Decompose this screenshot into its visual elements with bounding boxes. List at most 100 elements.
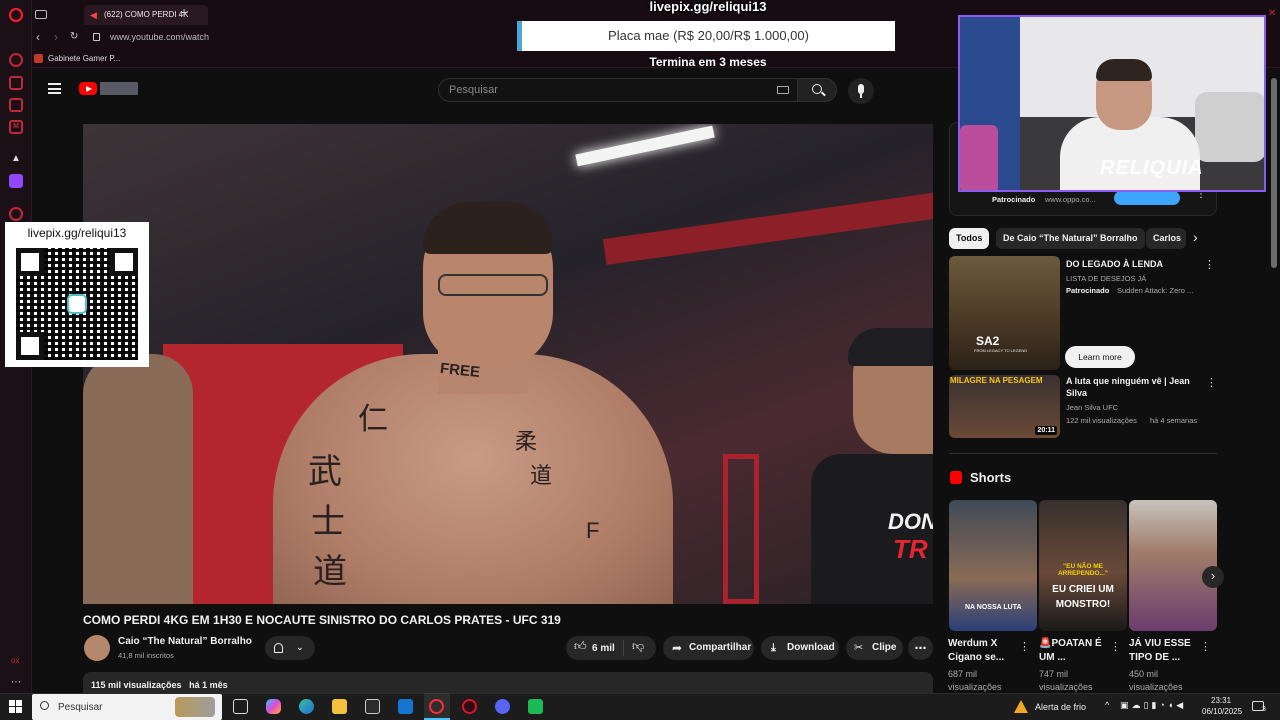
taskbar-time[interactable]: 23:31 — [1211, 696, 1231, 705]
menu-icon[interactable] — [48, 83, 61, 94]
copilot-icon[interactable] — [266, 699, 281, 714]
learn-more-button[interactable]: Learn more — [1065, 346, 1135, 368]
fighter-hair — [423, 202, 553, 254]
opera-logo-icon[interactable] — [9, 8, 23, 22]
channel-avatar[interactable] — [84, 635, 110, 661]
new-tab-button[interactable]: + — [180, 4, 188, 20]
lock-icon — [93, 33, 100, 41]
outlook-icon[interactable] — [398, 699, 413, 714]
sponsored-cta-button[interactable] — [1114, 191, 1180, 205]
back-icon[interactable]: ‹ — [36, 30, 40, 44]
tray-chevron-icon[interactable]: ^ — [1105, 700, 1109, 710]
webcam-overlay: RELIQUIA — [958, 15, 1266, 192]
keyboard-icon[interactable] — [777, 86, 789, 94]
sidebar-menu-icon[interactable]: ⋯ — [11, 677, 21, 688]
bookmark-a-icon[interactable]: ▲ — [9, 152, 23, 166]
discord-icon[interactable] — [495, 699, 510, 714]
more-actions-button[interactable]: ⋯ — [908, 636, 933, 660]
task-view-icon[interactable] — [233, 699, 248, 714]
shorts-next-button[interactable]: › — [1202, 566, 1224, 588]
rec-menu-icon[interactable]: ⋮ — [1206, 376, 1217, 389]
rec-title[interactable]: A luta que ninguém vê | Jean Silva — [1066, 375, 1200, 399]
description-box[interactable]: 115 mil visualizações há 1 mês — [83, 672, 933, 693]
chip-todos[interactable]: Todos — [949, 228, 990, 249]
youtube-logo-icon[interactable] — [79, 82, 97, 95]
url-text[interactable]: www.youtube.com/watch — [110, 32, 209, 42]
left-arm — [83, 354, 193, 604]
taskbar-date[interactable]: 06/10/2025 — [1202, 707, 1242, 716]
ad-title[interactable]: DO LEGADO À LENDA — [1066, 258, 1163, 270]
share-button[interactable]: ➦ Compartilhar — [663, 636, 754, 660]
dislike-button[interactable]: 👎︎ — [626, 636, 656, 660]
short-thumbnail-3[interactable] — [1129, 500, 1217, 631]
download-button[interactable]: ⤓ Download — [761, 636, 839, 660]
opera-gx-icon[interactable] — [462, 699, 477, 714]
spotify-app-icon[interactable] — [528, 699, 543, 714]
taskbar-search-text: Pesquisar — [58, 702, 103, 713]
subscribed-button[interactable]: ⌄ — [265, 636, 315, 660]
weather-text[interactable]: Alerta de frio — [1035, 702, 1086, 712]
short-2-view-label: visualizações — [1039, 682, 1093, 692]
tattoo-f: F — [586, 518, 600, 543]
short-1-menu-icon[interactable]: ⋮ — [1019, 640, 1030, 653]
twitch-icon[interactable] — [9, 174, 23, 188]
tattoo-bu: 武 — [308, 453, 342, 491]
shorts-icon — [950, 471, 962, 484]
short-1-title[interactable]: Werdum X Cigano se... — [948, 637, 1014, 665]
view-count: 115 mil visualizações — [91, 680, 182, 690]
file-explorer-icon[interactable] — [332, 699, 347, 714]
webcam-pillow — [1195, 92, 1264, 162]
bookmark-item[interactable]: Gabinete Gamer P... — [48, 54, 120, 63]
short-2-views: 747 mil visualizações — [1039, 668, 1093, 694]
clip-label: Clipe — [872, 642, 897, 653]
player-icon[interactable] — [9, 207, 23, 221]
chips-next-icon[interactable]: › — [1193, 229, 1198, 245]
audio-icon[interactable]: ◀ — [90, 5, 97, 25]
ad-subtitle: LISTA DE DESEJOS JÁ — [1066, 274, 1147, 283]
livepix-qr-text: livepix.gg/reliqui13 — [27, 226, 127, 240]
short-thumbnail-2[interactable]: "EU NÃO ME ARREPENDO..." EU CRIEI UM MON… — [1039, 500, 1127, 631]
tab-island-icon[interactable] — [35, 10, 47, 19]
speed-dial-icon[interactable] — [9, 53, 23, 67]
download-icon: ⤓ — [771, 642, 776, 654]
like-button[interactable]: 👍︎ 6 mil — [566, 636, 622, 660]
video-player[interactable]: FREE 仁 柔 道 武 士 道 F DON TR — [83, 124, 933, 604]
short-2-menu-icon[interactable]: ⋮ — [1110, 640, 1121, 653]
ai-icon[interactable] — [9, 76, 23, 90]
reload-icon[interactable]: ↻ — [70, 31, 78, 42]
start-button[interactable] — [9, 700, 22, 713]
page-scrollbar[interactable] — [1271, 78, 1277, 268]
tray-icons[interactable]: ▣☁▯▮◔◖◀︎ — [1120, 700, 1186, 711]
chip-carlos[interactable]: Carlos — [1146, 228, 1186, 249]
ad-thumbnail[interactable]: SA2 FROM LEGACY TO LEGEND — [949, 256, 1060, 370]
forward-icon[interactable]: › — [54, 30, 58, 44]
weather-icon[interactable] — [1014, 700, 1028, 713]
edge-icon[interactable] — [299, 699, 314, 714]
ad-advertiser: Sudden Attack: Zero ... — [1117, 286, 1194, 295]
donation-goal-bar: Placa mae (R$ 20,00/R$ 1.000,00) — [517, 21, 895, 51]
short-3-menu-icon[interactable]: ⋮ — [1200, 640, 1211, 653]
rec-duration: 20:11 — [1035, 426, 1057, 435]
voice-search-button[interactable] — [848, 78, 874, 104]
search-input[interactable]: Pesquisar — [438, 78, 798, 102]
shirt-text-2: TR — [893, 534, 928, 564]
channel-name[interactable]: Caio “The Natural” Borralho — [118, 636, 252, 647]
bookmark-favicon — [34, 54, 43, 63]
tab-active[interactable]: ◀ (622) COMO PERDI 4K — [84, 5, 208, 25]
ad-menu-icon[interactable]: ⋮ — [1204, 258, 1215, 271]
music-icon[interactable]: M — [9, 120, 23, 134]
sidebar-more-icon[interactable]: ox — [11, 656, 19, 665]
messenger-icon[interactable] — [9, 98, 23, 112]
glasses — [438, 274, 548, 296]
clip-button[interactable]: ✂ Clipe — [846, 636, 903, 660]
short-3-title[interactable]: JÁ VIU ESSE TIPO DE ... — [1129, 637, 1195, 665]
search-button[interactable] — [797, 78, 837, 102]
short-thumbnail-1[interactable]: NA NOSSA LUTA — [949, 500, 1037, 631]
taskbar-search-highlight — [175, 697, 215, 717]
taskbar-search[interactable]: Pesquisar — [32, 694, 222, 720]
rec-thumbnail[interactable]: MILAGRE NA PESAGEM 20:11 — [949, 375, 1060, 438]
chip-channel[interactable]: De Caio “The Natural” Borralho — [996, 228, 1145, 249]
short-2-title[interactable]: 🚨POATAN É UM ... — [1039, 637, 1105, 665]
upload-age: há 1 mês — [189, 680, 228, 690]
store-icon[interactable] — [365, 699, 380, 714]
